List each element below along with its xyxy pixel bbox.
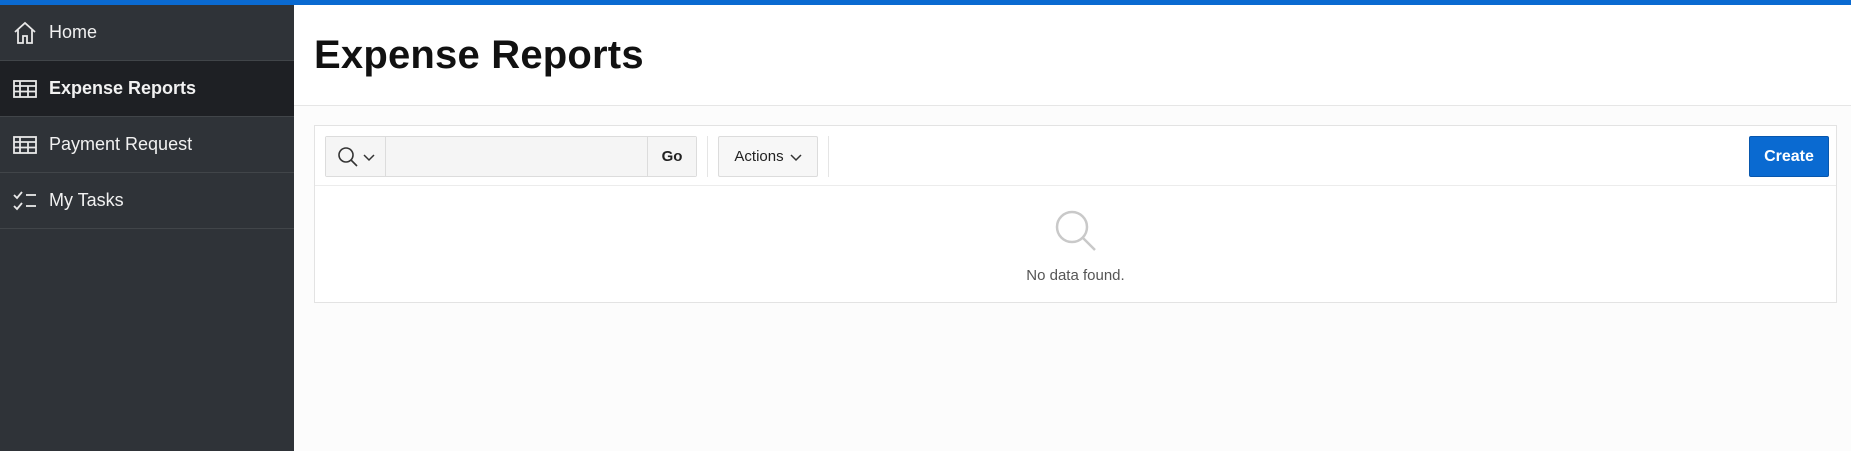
sidebar-item-label: Home <box>49 22 98 42</box>
actions-menu-button[interactable]: Actions <box>718 136 818 177</box>
search-icon <box>1053 208 1099 259</box>
table-icon <box>0 117 49 173</box>
empty-state: No data found. <box>315 186 1836 302</box>
report-toolbar: Go Actions Create <box>315 126 1836 186</box>
sidebar-item-my-tasks[interactable]: My Tasks <box>0 173 294 229</box>
chevron-down-icon <box>790 153 802 161</box>
page-header: Expense Reports <box>294 5 1851 106</box>
checklist-icon <box>0 173 49 229</box>
toolbar-divider <box>828 136 829 177</box>
sidebar-item-expense-reports[interactable]: Expense Reports <box>0 61 294 117</box>
search-input[interactable] <box>386 137 647 176</box>
create-button[interactable]: Create <box>1749 136 1829 177</box>
page-title: Expense Reports <box>314 32 644 77</box>
go-button[interactable]: Go <box>647 137 696 176</box>
search-column-menu-button[interactable] <box>326 137 386 176</box>
table-icon <box>0 61 49 117</box>
chevron-down-icon <box>362 153 375 161</box>
sidebar-item-home[interactable]: Home <box>0 5 294 61</box>
no-data-message: No data found. <box>1026 267 1125 284</box>
sidebar-item-label: My Tasks <box>49 190 124 210</box>
search-icon <box>337 146 358 167</box>
sidebar-item-payment-request[interactable]: Payment Request <box>0 117 294 173</box>
main-content: Expense Reports Go Actions Create No dat… <box>294 5 1851 451</box>
actions-label: Actions <box>734 148 784 165</box>
sidebar-nav: Home Expense Reports Payment Request My … <box>0 5 294 451</box>
toolbar-divider <box>707 136 708 177</box>
sidebar-item-label: Expense Reports <box>49 78 197 98</box>
sidebar-item-label: Payment Request <box>49 134 193 154</box>
search-bar: Go <box>325 136 697 177</box>
home-icon <box>0 5 49 61</box>
interactive-report: Go Actions Create No data found. <box>314 125 1837 303</box>
